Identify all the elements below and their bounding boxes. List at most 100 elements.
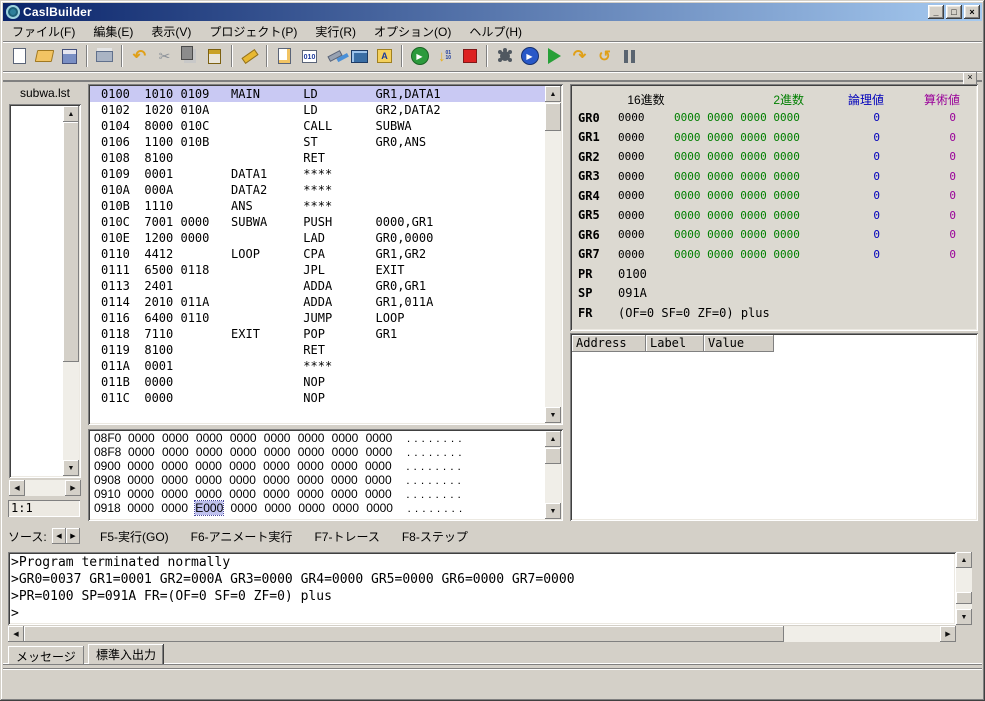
memory-word[interactable]: 0000 bbox=[331, 487, 358, 501]
memory-word[interactable]: 0000 bbox=[366, 501, 393, 515]
filelist-vscrollbar[interactable]: ▲ ▼ bbox=[63, 106, 79, 476]
memory-word[interactable]: 0000 bbox=[298, 445, 325, 459]
memory-word[interactable]: 0000 bbox=[196, 445, 223, 459]
memory-word[interactable]: 0000 bbox=[365, 487, 392, 501]
listing-view[interactable]: 0100 1010 0109 MAIN LD GR1,DATA1 0102 102… bbox=[90, 86, 545, 423]
scroll-thumb[interactable] bbox=[545, 448, 561, 464]
memory-vscrollbar[interactable]: ▲ ▼ bbox=[545, 431, 561, 519]
source-next-button[interactable]: ▶ bbox=[66, 528, 80, 544]
title-bar[interactable]: CaslBuilder _ □ × bbox=[3, 3, 982, 21]
tab-stdio[interactable]: 標準入出力 bbox=[88, 644, 165, 664]
memory-word[interactable]: 0000 bbox=[298, 431, 325, 445]
step-into-button[interactable] bbox=[432, 44, 457, 68]
memory-word[interactable]: 0000 bbox=[297, 487, 324, 501]
tab-messages[interactable]: メッセージ bbox=[8, 646, 84, 664]
new-file-button[interactable] bbox=[7, 44, 32, 68]
memory-word[interactable]: 0000 bbox=[161, 487, 188, 501]
fkey-label-6[interactable]: F6-アニメート実行 bbox=[191, 528, 293, 545]
memory-row[interactable]: 08F8 0000 0000 0000 0000 0000 0000 0000 … bbox=[90, 445, 545, 459]
format-brush-button[interactable] bbox=[237, 44, 262, 68]
fkey-label-7[interactable]: F7-トレース bbox=[314, 528, 379, 545]
listing-vscrollbar[interactable]: ▲ ▼ bbox=[545, 86, 561, 423]
memory-word[interactable]: 0000 bbox=[332, 431, 359, 445]
console-output[interactable]: >Program terminated normally >GR0=0037 GR… bbox=[11, 554, 953, 623]
memory-word[interactable]: 0000 bbox=[127, 473, 154, 487]
cut-button[interactable] bbox=[152, 44, 177, 68]
listing-row[interactable]: 010E 1200 0000 LAD GR0,0000 bbox=[90, 230, 545, 246]
minimize-button[interactable]: _ bbox=[928, 5, 944, 19]
memory-word[interactable]: 0000 bbox=[230, 445, 257, 459]
undo-button[interactable] bbox=[127, 44, 152, 68]
memory-word[interactable]: 0000 bbox=[195, 487, 222, 501]
memory-word[interactable]: 0000 bbox=[127, 501, 154, 515]
run-button[interactable] bbox=[407, 44, 432, 68]
memory-word[interactable]: 0000 bbox=[161, 459, 188, 473]
print-button[interactable] bbox=[92, 44, 117, 68]
scroll-thumb[interactable] bbox=[956, 592, 972, 604]
memory-word[interactable]: E000 bbox=[194, 500, 225, 516]
memory-word[interactable]: 0000 bbox=[331, 459, 358, 473]
listing-row[interactable]: 0102 1020 010A LD GR2,DATA2 bbox=[90, 102, 545, 118]
console-hscrollbar[interactable]: ◀ ▶ bbox=[8, 626, 956, 642]
memory-row[interactable]: 0918 0000 0000 E000 0000 0000 0000 0000 … bbox=[90, 500, 545, 516]
source-prev-button[interactable]: ◀ bbox=[52, 528, 66, 544]
memory-word[interactable]: 0000 bbox=[128, 431, 155, 445]
console-window-button[interactable] bbox=[347, 44, 372, 68]
memory-word[interactable]: 0000 bbox=[263, 487, 290, 501]
memory-word[interactable]: 0000 bbox=[128, 445, 155, 459]
memory-word[interactable]: 0000 bbox=[229, 473, 256, 487]
memory-word[interactable]: 0000 bbox=[264, 501, 291, 515]
memory-word[interactable]: 0000 bbox=[366, 445, 393, 459]
listing-row[interactable]: 0106 1100 010B ST GR0,ANS bbox=[90, 134, 545, 150]
watch-column-address[interactable]: Address bbox=[572, 335, 646, 352]
listing-row[interactable]: 011B 0000 NOP bbox=[90, 374, 545, 390]
edit-source-button[interactable] bbox=[272, 44, 297, 68]
console-panel[interactable]: >Program terminated normally >GR0=0037 GR… bbox=[8, 552, 956, 625]
listing-row[interactable]: 0108 8100 RET bbox=[90, 150, 545, 166]
menu-project[interactable]: プロジェクト(P) bbox=[200, 21, 306, 43]
go-button[interactable] bbox=[542, 44, 567, 68]
assemble-button[interactable] bbox=[297, 44, 322, 68]
scroll-left-icon[interactable]: ◀ bbox=[8, 626, 24, 642]
memory-word[interactable]: 0000 bbox=[264, 431, 291, 445]
fkey-label-8[interactable]: F8-ステップ bbox=[402, 528, 468, 545]
scroll-up-icon[interactable]: ▲ bbox=[956, 552, 972, 568]
memory-word[interactable]: 0000 bbox=[365, 473, 392, 487]
watch-column-label[interactable]: Label bbox=[646, 335, 704, 352]
memory-word[interactable]: 0000 bbox=[196, 431, 223, 445]
memory-word[interactable]: 0000 bbox=[365, 459, 392, 473]
memory-word[interactable]: 0000 bbox=[264, 445, 291, 459]
memory-word[interactable]: 0000 bbox=[229, 487, 256, 501]
scroll-up-icon[interactable]: ▲ bbox=[545, 431, 561, 447]
memory-word[interactable]: 0000 bbox=[195, 459, 222, 473]
scroll-down-icon[interactable]: ▼ bbox=[545, 407, 561, 423]
memory-word[interactable]: 0000 bbox=[161, 473, 188, 487]
memory-row[interactable]: 0908 0000 0000 0000 0000 0000 0000 0000 … bbox=[90, 473, 545, 487]
listing-row[interactable]: 0113 2401 ADDA GR0,GR1 bbox=[90, 278, 545, 294]
menu-view[interactable]: 表示(V) bbox=[142, 21, 200, 43]
memory-word[interactable]: 0000 bbox=[263, 459, 290, 473]
console-vscrollbar[interactable]: ▲ ▼ bbox=[956, 552, 972, 625]
filelist-hscrollbar[interactable]: ◀ ▶ bbox=[9, 480, 81, 496]
stop-button[interactable] bbox=[457, 44, 482, 68]
step-out-button[interactable] bbox=[592, 44, 617, 68]
memory-word[interactable]: 0000 bbox=[161, 501, 188, 515]
memory-word[interactable]: 0000 bbox=[195, 473, 222, 487]
close-button[interactable]: × bbox=[964, 5, 980, 19]
listing-row[interactable]: 0100 1010 0109 MAIN LD GR1,DATA1 bbox=[90, 86, 545, 102]
memory-word[interactable]: 0000 bbox=[229, 459, 256, 473]
memory-word[interactable]: 0000 bbox=[127, 459, 154, 473]
step-over-button[interactable] bbox=[567, 44, 592, 68]
scroll-right-icon[interactable]: ▶ bbox=[65, 480, 81, 496]
watch-column-value[interactable]: Value bbox=[704, 335, 774, 352]
scroll-up-icon[interactable]: ▲ bbox=[545, 86, 561, 102]
maximize-button[interactable]: □ bbox=[946, 5, 962, 19]
build-button[interactable] bbox=[322, 44, 347, 68]
run-continue-button[interactable] bbox=[517, 44, 542, 68]
memory-word[interactable]: 0000 bbox=[162, 445, 189, 459]
scroll-up-icon[interactable]: ▲ bbox=[63, 106, 79, 122]
memory-word[interactable]: 0000 bbox=[127, 487, 154, 501]
memory-word[interactable]: 0000 bbox=[162, 431, 189, 445]
scroll-down-icon[interactable]: ▼ bbox=[956, 609, 972, 625]
listing-row[interactable]: 010A 000A DATA2 **** bbox=[90, 182, 545, 198]
